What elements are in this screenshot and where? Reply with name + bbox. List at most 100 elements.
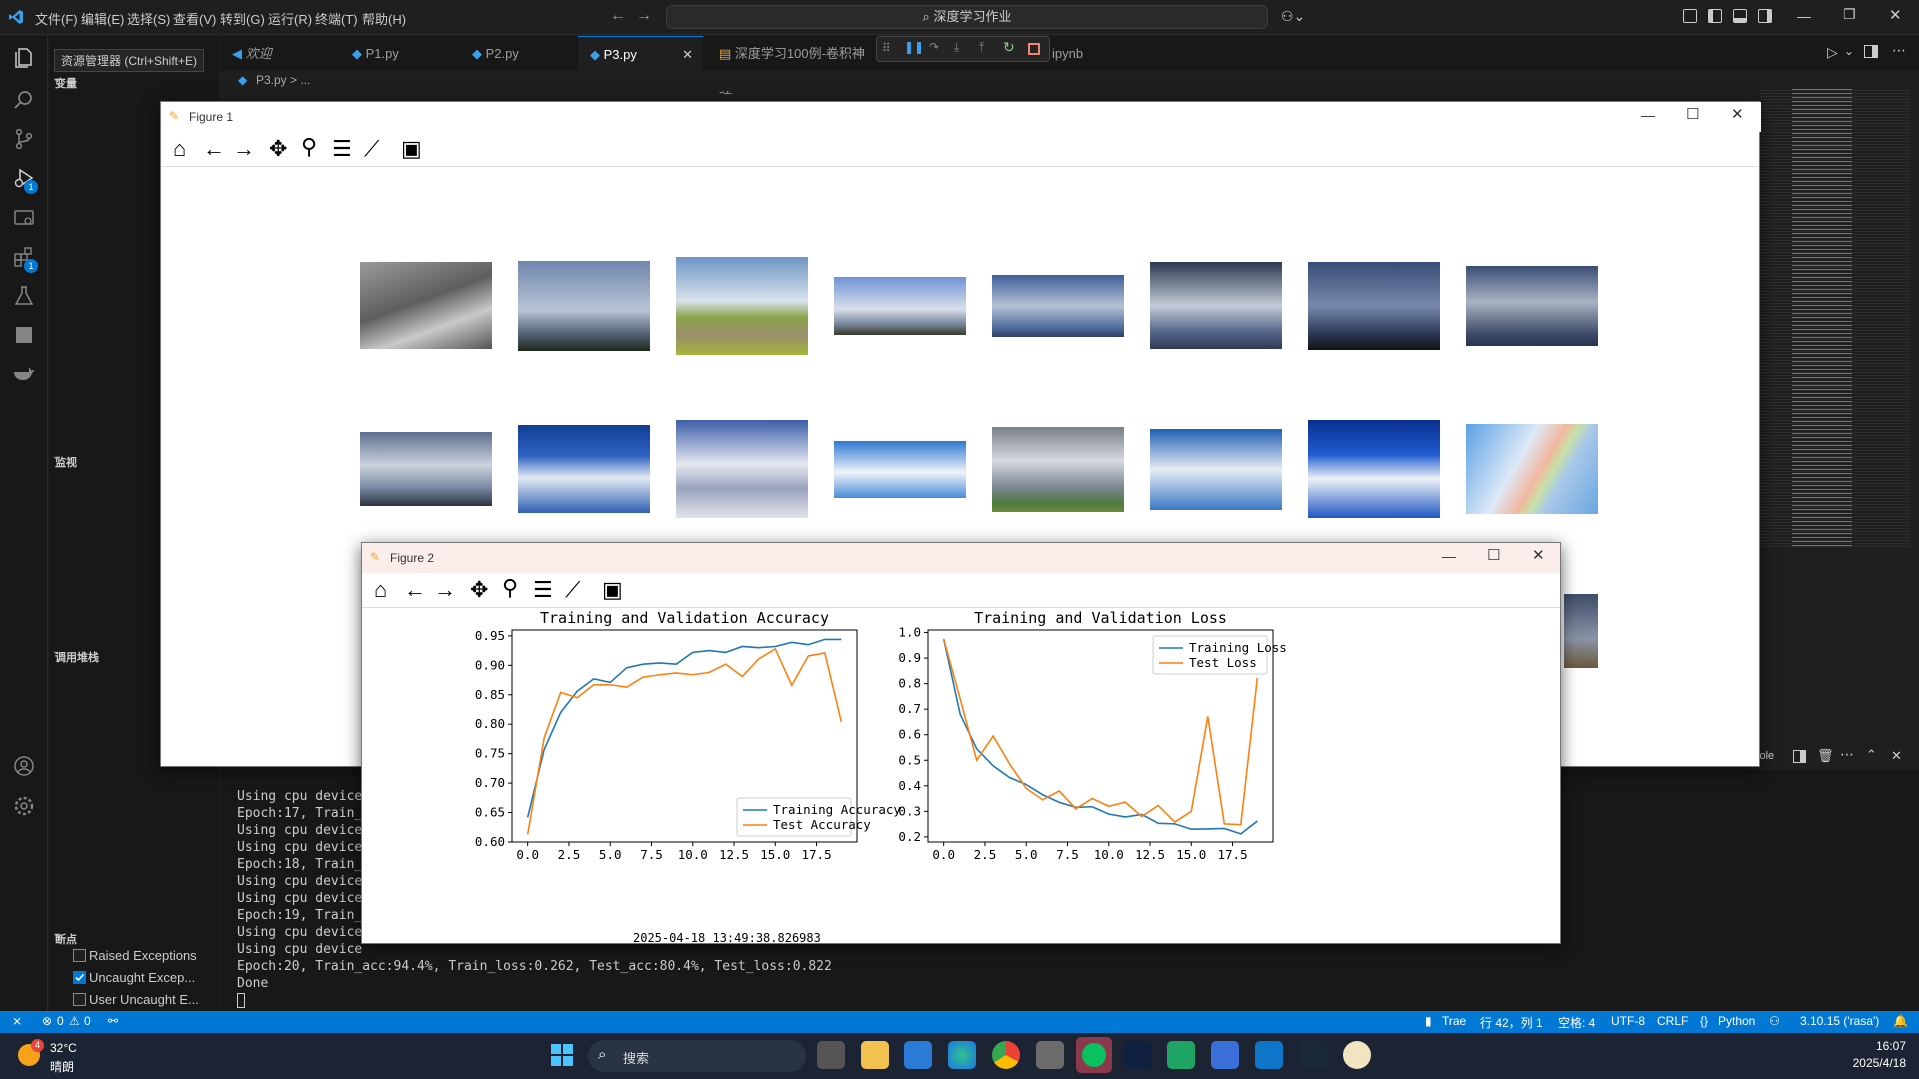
remote-window-icon[interactable]: [12, 323, 36, 347]
remote-explorer-icon[interactable]: [12, 206, 36, 230]
minimize-window-icon[interactable]: —: [1797, 8, 1811, 24]
explorer-icon[interactable]: [12, 46, 36, 70]
run-file-icon[interactable]: ▷: [1827, 44, 1838, 61]
vscode-taskbar-icon[interactable]: [1255, 1041, 1283, 1069]
figure-2-window[interactable]: ✎ Figure 2 — ☐ ✕ ⌂ ← → ✥ ⚲ ☰ ⟋ ▣ Trainin…: [361, 542, 1561, 945]
menu-file[interactable]: 文件(F): [35, 9, 78, 28]
tab-p2[interactable]: ◆ P2.py: [460, 36, 575, 71]
user-uncaught-checkbox[interactable]: [73, 993, 86, 1006]
edit-axis-icon[interactable]: ⟋: [364, 138, 379, 160]
edge-icon[interactable]: [948, 1041, 976, 1069]
indentation[interactable]: 空格: 4: [1558, 1014, 1595, 1031]
zoom-icon[interactable]: ⚲: [301, 136, 317, 158]
close-window-icon[interactable]: ✕: [1731, 105, 1744, 123]
save-figure-icon[interactable]: ▣: [602, 579, 623, 601]
start-windows-icon[interactable]: [551, 1044, 573, 1066]
raised-exceptions-checkbox[interactable]: [73, 949, 86, 962]
forward-arrow-icon[interactable]: →: [636, 7, 652, 25]
customize-layout-icon[interactable]: [1683, 9, 1697, 23]
cursor-position[interactable]: 行 42，列 1: [1480, 1014, 1543, 1031]
restore-window-icon[interactable]: ❐: [1843, 6, 1856, 23]
copilot-icon[interactable]: ⚇⌄: [1281, 8, 1305, 25]
menu-view[interactable]: 查看(V): [173, 9, 216, 28]
menu-help[interactable]: 帮助(H): [362, 9, 406, 28]
close-window-icon[interactable]: ✕: [1532, 546, 1545, 564]
file-explorer-icon[interactable]: [861, 1041, 889, 1069]
step-out-icon[interactable]: ⤒: [979, 40, 984, 55]
stop-icon[interactable]: [1028, 43, 1040, 55]
more-actions-icon[interactable]: ⋯: [1840, 746, 1854, 763]
minimize-window-icon[interactable]: —: [1442, 548, 1456, 564]
baidu-netdisk-icon[interactable]: [1211, 1041, 1239, 1069]
figure-1-titlebar[interactable]: ✎ Figure 1 — ☐ ✕: [161, 102, 1761, 132]
zoom-icon[interactable]: ⚲: [502, 577, 518, 599]
maximize-panel-icon[interactable]: ⌃: [1866, 747, 1877, 763]
chrome-icon[interactable]: [992, 1041, 1020, 1069]
menu-terminal[interactable]: 终端(T): [315, 9, 358, 28]
home-icon[interactable]: ⌂: [374, 579, 387, 601]
drag-handle-icon[interactable]: ⠿: [882, 41, 891, 55]
close-window-icon[interactable]: ✕: [1889, 6, 1902, 24]
save-figure-icon[interactable]: ▣: [401, 138, 422, 160]
python-interpreter[interactable]: 3.10.15 ('rasa'): [1800, 1014, 1879, 1028]
figure-2-titlebar[interactable]: ✎ Figure 2 — ☐ ✕: [362, 543, 1560, 573]
task-view-icon[interactable]: [817, 1041, 845, 1069]
tab-welcome[interactable]: ◀ 欢迎: [220, 36, 335, 71]
matplotlib-taskbar-icon[interactable]: [1343, 1041, 1371, 1069]
menu-go[interactable]: 转到(G): [220, 9, 265, 28]
back-arrow-icon[interactable]: ←: [610, 7, 626, 25]
copilot-status-icon[interactable]: ⚇: [1769, 1014, 1780, 1028]
weather-desc[interactable]: 晴朗: [50, 1058, 74, 1075]
clock-time[interactable]: 16:07: [1816, 1039, 1906, 1053]
taskbar-search[interactable]: ⌕ 搜索: [588, 1040, 806, 1072]
tab-p1[interactable]: ◆ P1.py: [340, 36, 455, 71]
tab-notebook[interactable]: ▤ 深度学习100例-卷积神经: [707, 36, 877, 96]
search-activity-icon[interactable]: [12, 88, 36, 112]
accounts-icon[interactable]: [12, 754, 36, 778]
wechat-icon[interactable]: [1076, 1037, 1112, 1073]
maximize-window-icon[interactable]: ☐: [1487, 546, 1500, 564]
edit-axis-icon[interactable]: ⟋: [565, 579, 580, 601]
toggle-secondary-sidebar-icon[interactable]: [1758, 9, 1772, 23]
toggle-sidebar-icon[interactable]: [1708, 9, 1722, 23]
steam-icon[interactable]: [1299, 1041, 1327, 1069]
remote-app-icon[interactable]: [1167, 1041, 1195, 1069]
run-and-debug-icon[interactable]: 1: [12, 166, 38, 194]
errors-count[interactable]: 0: [57, 1014, 64, 1028]
breakpoints-section-title[interactable]: 断点: [55, 931, 77, 947]
source-control-icon[interactable]: [12, 127, 36, 151]
encoding[interactable]: UTF-8: [1611, 1014, 1645, 1028]
split-terminal-icon[interactable]: [1793, 750, 1806, 763]
extensions-icon[interactable]: 1: [12, 245, 38, 273]
clock-date[interactable]: 2025/4/18: [1816, 1056, 1906, 1070]
notifications-bell-icon[interactable]: 🔔: [1893, 1014, 1908, 1028]
toggle-panel-icon[interactable]: [1733, 9, 1747, 23]
minimize-window-icon[interactable]: —: [1641, 107, 1655, 123]
tab-p3[interactable]: ◆ P3.py ✕: [578, 36, 703, 71]
maximize-window-icon[interactable]: ☐: [1686, 105, 1699, 123]
trae-status[interactable]: Trae: [1442, 1014, 1466, 1028]
split-editor-icon[interactable]: [1864, 45, 1878, 58]
close-panel-icon[interactable]: ✕: [1891, 748, 1902, 764]
step-over-icon[interactable]: ↷: [929, 40, 939, 54]
weather-temp[interactable]: 32°C: [50, 1041, 77, 1055]
ms-store-icon[interactable]: [904, 1041, 932, 1069]
warnings-count[interactable]: 0: [84, 1014, 91, 1028]
configure-subplots-icon[interactable]: ☰: [332, 138, 352, 160]
step-into-icon[interactable]: ⤓: [954, 40, 959, 55]
configure-subplots-icon[interactable]: ☰: [533, 579, 553, 601]
back-arrow-icon[interactable]: ←: [203, 138, 225, 160]
watch-section-title[interactable]: 监视: [55, 454, 77, 470]
command-center-search[interactable]: ⌕ 深度学习作业: [666, 5, 1268, 29]
restart-icon[interactable]: ↻: [1003, 39, 1015, 56]
breadcrumb[interactable]: P3.py > ...: [256, 73, 310, 87]
menu-run[interactable]: 运行(R): [268, 9, 312, 28]
callstack-section-title[interactable]: 调用堆栈: [55, 649, 99, 665]
pause-icon[interactable]: ❚❚: [904, 40, 924, 54]
more-actions-icon[interactable]: ⋯: [1892, 42, 1906, 59]
end-of-line[interactable]: CRLF: [1657, 1014, 1688, 1028]
pan-icon[interactable]: ✥: [269, 138, 287, 160]
chevron-down-icon[interactable]: ⌄: [1844, 44, 1854, 58]
home-icon[interactable]: ⌂: [173, 138, 186, 160]
uncaught-exceptions-checkbox[interactable]: [73, 971, 86, 984]
